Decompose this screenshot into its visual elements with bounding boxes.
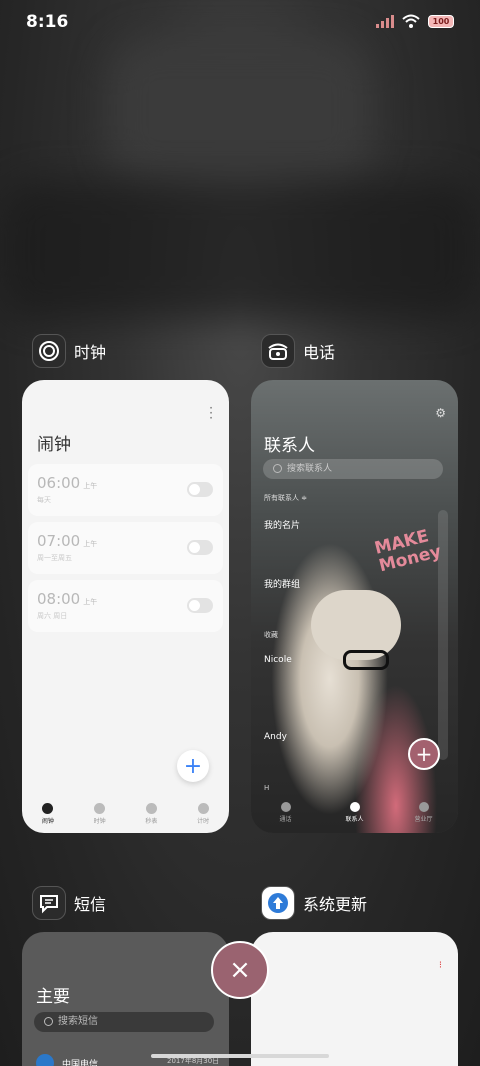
contacts-heading: 联系人	[264, 436, 315, 456]
alarm-toggle[interactable]	[187, 598, 213, 613]
add-alarm-button[interactable]: +	[177, 750, 209, 782]
app-header-phone[interactable]: 电话	[261, 334, 335, 368]
status-icons: 100	[376, 14, 454, 28]
tab-timer[interactable]: 计时	[183, 803, 223, 825]
tab-clock[interactable]: 时钟	[80, 803, 120, 825]
alarm-repeat: 周六 周日	[37, 612, 68, 620]
alarm-item[interactable]: 08:00 上午 周六 周日	[28, 580, 223, 632]
tab-label: 时钟	[93, 818, 106, 825]
contact-search-input[interactable]: 搜索联系人	[263, 459, 443, 479]
sender-name: 中国电信	[62, 1059, 99, 1066]
status-bar: 8:16 100	[0, 0, 480, 44]
tab-service-hall[interactable]: 营业厅	[402, 802, 446, 823]
search-icon	[44, 1017, 53, 1026]
tab-label: 联系人	[345, 816, 364, 823]
contacts-filter[interactable]: 所有联系人 ≑	[264, 493, 307, 503]
app-title-messages: 短信	[74, 895, 107, 914]
sender-avatar	[36, 1054, 54, 1066]
tab-alarm[interactable]: 闹钟	[28, 803, 68, 825]
clear-all-button[interactable]: ×	[211, 941, 269, 999]
alphabet-index-scrollbar[interactable]	[438, 510, 448, 760]
person-icon	[349, 802, 360, 812]
tab-label: 营业厅	[414, 816, 433, 823]
my-card-item[interactable]: 我的名片	[264, 518, 300, 531]
clock-tab-bar: 闹钟 时钟 秒表 计时	[22, 795, 229, 833]
alarm-time: 06:00	[37, 474, 81, 492]
clock-app-card[interactable]: · · · 闹钟 06:00 上午 每天 07:00 上午 周一至周五 08:00 上午 …	[22, 380, 229, 833]
alarm-time: 08:00	[37, 590, 81, 608]
more-options-icon[interactable]: ⁝	[439, 960, 442, 971]
message-thread-item[interactable]: 中国电信	[36, 1054, 98, 1066]
alarm-item[interactable]: 06:00 上午 每天	[28, 464, 223, 516]
search-placeholder: 搜索联系人	[287, 464, 333, 474]
app-title-update: 系统更新	[303, 895, 368, 914]
favorites-header: 收藏	[264, 631, 278, 639]
add-contact-button[interactable]: +	[408, 738, 440, 770]
alarm-ampm: 上午	[83, 482, 98, 490]
phone-icon	[280, 802, 291, 812]
battery-icon: 100	[428, 14, 454, 28]
status-time: 8:16	[26, 12, 69, 32]
alarm-icon	[42, 803, 54, 814]
background-shape	[0, 180, 480, 320]
home-indicator[interactable]	[151, 1054, 329, 1058]
signal-icon	[376, 14, 394, 28]
search-icon	[273, 464, 282, 473]
search-placeholder: 搜索短信	[58, 1016, 98, 1027]
alarm-repeat: 每天	[37, 496, 51, 504]
tab-label: 计时	[197, 818, 210, 825]
tab-calls[interactable]: 通话	[264, 802, 308, 823]
update-app-icon[interactable]	[261, 886, 295, 920]
message-search-input[interactable]: 搜索短信	[34, 1012, 214, 1032]
tab-contacts[interactable]: 联系人	[333, 802, 377, 823]
alarm-toggle[interactable]	[187, 482, 213, 497]
alarm-ampm: 上午	[83, 540, 98, 548]
alarm-ampm: 上午	[83, 598, 98, 606]
alarm-heading: 闹钟	[37, 435, 71, 455]
messages-app-card[interactable]: 主要 搜索短信 中国电信 2017年8月30日	[22, 932, 229, 1066]
app-title-clock: 时钟	[74, 343, 107, 362]
store-icon	[418, 802, 429, 812]
background-shape	[110, 40, 370, 180]
messages-heading: 主要	[36, 987, 70, 1007]
tab-label: 闹钟	[41, 818, 54, 825]
contact-item[interactable]: Nicole	[264, 655, 292, 665]
app-title-phone: 电话	[303, 343, 336, 362]
tab-stopwatch[interactable]: 秒表	[131, 803, 171, 825]
phone-app-card[interactable]: MAKE Money ⚙ 联系人 搜索联系人 所有联系人 ≑ 我的名片 我的群组…	[251, 380, 458, 833]
app-header-clock[interactable]: 时钟	[32, 334, 106, 368]
wifi-icon	[402, 14, 420, 28]
stopwatch-icon	[145, 803, 157, 814]
clock-icon	[94, 803, 106, 814]
contact-item[interactable]: Andy	[264, 732, 287, 742]
phone-tab-bar: 通话 联系人 营业厅	[251, 802, 458, 823]
alarm-item[interactable]: 07:00 上午 周一至周五	[28, 522, 223, 574]
tab-label: 秒表	[145, 818, 158, 825]
my-groups-item[interactable]: 我的群组	[264, 577, 300, 590]
clock-app-icon[interactable]	[32, 334, 66, 368]
tab-label: 通话	[279, 816, 292, 823]
alarm-toggle[interactable]	[187, 540, 213, 555]
app-header-messages[interactable]: 短信	[32, 886, 106, 920]
alarm-time: 07:00	[37, 532, 81, 550]
alarm-repeat: 周一至周五	[37, 554, 72, 562]
message-app-icon[interactable]	[32, 886, 66, 920]
more-options-icon[interactable]: · · ·	[209, 402, 213, 424]
hourglass-icon	[197, 803, 209, 814]
app-header-update[interactable]: 系统更新	[261, 886, 367, 920]
update-app-card[interactable]: ⁝	[251, 932, 458, 1066]
index-letter: H	[264, 784, 270, 792]
glasses-image	[343, 650, 389, 670]
settings-gear-icon[interactable]: ⚙	[435, 406, 446, 420]
phone-app-icon[interactable]	[261, 334, 295, 368]
